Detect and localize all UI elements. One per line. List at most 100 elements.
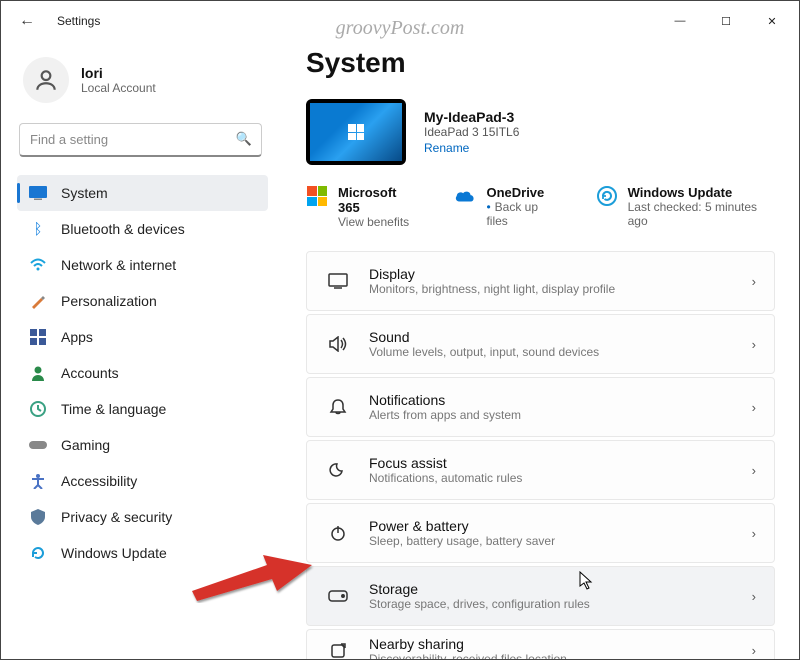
item-title: Storage <box>369 581 752 597</box>
item-title: Focus assist <box>369 455 752 471</box>
settings-item-display[interactable]: DisplayMonitors, brightness, night light… <box>306 251 775 311</box>
sidebar-item-label: Apps <box>61 329 93 345</box>
sidebar-item-accounts[interactable]: Accounts <box>17 355 268 391</box>
sidebar-item-label: Gaming <box>61 437 110 453</box>
sidebar-item-network[interactable]: Network & internet <box>17 247 268 283</box>
window-title: Settings <box>57 14 100 28</box>
search-icon: 🔍 <box>236 131 252 147</box>
item-title: Sound <box>369 329 752 345</box>
status-sub: •Back up files <box>486 200 559 228</box>
content-area: System My-IdeaPad-3 IdeaPad 3 15ITL6 Ren… <box>276 41 799 659</box>
maximize-button[interactable]: ☐ <box>703 5 749 37</box>
update-status-icon <box>596 185 618 207</box>
onedrive-icon <box>454 185 476 207</box>
sidebar-item-personalization[interactable]: Personalization <box>17 283 268 319</box>
sidebar-item-gaming[interactable]: Gaming <box>17 427 268 463</box>
device-name: My-IdeaPad-3 <box>424 109 519 125</box>
status-title: Microsoft 365 <box>338 185 418 215</box>
accessibility-icon <box>29 472 47 490</box>
settings-item-nearby[interactable]: Nearby sharingDiscoverability, received … <box>306 629 775 659</box>
item-sub: Sleep, battery usage, battery saver <box>369 534 752 548</box>
personalization-icon <box>29 292 47 310</box>
user-account-row[interactable]: lori Local Account <box>17 51 268 119</box>
item-title: Display <box>369 266 752 282</box>
item-title: Nearby sharing <box>369 636 752 652</box>
sidebar-item-apps[interactable]: Apps <box>17 319 268 355</box>
sidebar-item-label: Network & internet <box>61 257 176 273</box>
chevron-right-icon: › <box>752 274 756 289</box>
item-sub: Discoverability, received files location <box>369 652 752 660</box>
sidebar-item-accessibility[interactable]: Accessibility <box>17 463 268 499</box>
system-icon <box>29 184 47 202</box>
sound-icon <box>325 336 351 352</box>
item-sub: Monitors, brightness, night light, displ… <box>369 282 752 296</box>
close-button[interactable]: ✕ <box>749 5 795 37</box>
notifications-icon <box>325 398 351 416</box>
sidebar: lori Local Account 🔍 System ᛒ Bluetooth … <box>1 41 276 659</box>
page-title: System <box>306 47 775 79</box>
windows-logo-icon <box>348 124 364 140</box>
chevron-right-icon: › <box>752 526 756 541</box>
sidebar-item-update[interactable]: Windows Update <box>17 535 268 571</box>
device-info: My-IdeaPad-3 IdeaPad 3 15ITL6 Rename <box>306 99 775 165</box>
sidebar-item-label: Privacy & security <box>61 509 172 525</box>
item-sub: Alerts from apps and system <box>369 408 752 422</box>
person-icon <box>33 67 59 93</box>
item-sub: Volume levels, output, input, sound devi… <box>369 345 752 359</box>
focus-icon <box>325 461 351 479</box>
user-name: lori <box>81 65 156 81</box>
sidebar-item-label: Bluetooth & devices <box>61 221 185 237</box>
network-icon <box>29 256 47 274</box>
gaming-icon <box>29 436 47 454</box>
settings-item-power[interactable]: Power & batterySleep, battery usage, bat… <box>306 503 775 563</box>
chevron-right-icon: › <box>752 400 756 415</box>
status-title: Windows Update <box>628 185 775 200</box>
chevron-right-icon: › <box>752 643 756 658</box>
power-icon <box>325 524 351 542</box>
settings-item-notifications[interactable]: NotificationsAlerts from apps and system… <box>306 377 775 437</box>
settings-item-sound[interactable]: SoundVolume levels, output, input, sound… <box>306 314 775 374</box>
item-title: Notifications <box>369 392 752 408</box>
user-sub: Local Account <box>81 81 156 95</box>
chevron-right-icon: › <box>752 337 756 352</box>
chevron-right-icon: › <box>752 463 756 478</box>
rename-link[interactable]: Rename <box>424 141 519 155</box>
search-input[interactable] <box>19 123 262 157</box>
apps-icon <box>29 328 47 346</box>
status-onedrive[interactable]: OneDrive •Back up files <box>454 185 559 229</box>
chevron-right-icon: › <box>752 589 756 604</box>
sidebar-item-privacy[interactable]: Privacy & security <box>17 499 268 535</box>
time-icon <box>29 400 47 418</box>
back-button[interactable]: ← <box>19 12 35 30</box>
bluetooth-icon: ᛒ <box>29 220 47 238</box>
privacy-icon <box>29 508 47 526</box>
item-sub: Storage space, drives, configuration rul… <box>369 597 752 611</box>
device-model: IdeaPad 3 15ITL6 <box>424 125 519 139</box>
sidebar-item-time[interactable]: Time & language <box>17 391 268 427</box>
item-title: Power & battery <box>369 518 752 534</box>
minimize-button[interactable]: ― <box>657 5 703 37</box>
display-icon <box>325 273 351 289</box>
status-update[interactable]: Windows Update Last checked: 5 minutes a… <box>596 185 775 229</box>
microsoft365-icon <box>307 186 327 206</box>
storage-icon <box>325 590 351 602</box>
sidebar-item-label: Windows Update <box>61 545 167 561</box>
item-sub: Notifications, automatic rules <box>369 471 752 485</box>
status-ms365[interactable]: Microsoft 365 View benefits <box>306 185 418 229</box>
settings-item-storage[interactable]: StorageStorage space, drives, configurat… <box>306 566 775 626</box>
settings-item-focus[interactable]: Focus assistNotifications, automatic rul… <box>306 440 775 500</box>
accounts-icon <box>29 364 47 382</box>
status-sub: View benefits <box>338 215 418 229</box>
nearby-icon <box>325 642 351 660</box>
sidebar-item-system[interactable]: System <box>17 175 268 211</box>
sidebar-item-label: Accessibility <box>61 473 137 489</box>
titlebar: ← Settings ― ☐ ✕ <box>1 1 799 41</box>
sidebar-item-label: System <box>61 185 108 201</box>
device-thumbnail <box>306 99 406 165</box>
sidebar-item-label: Accounts <box>61 365 119 381</box>
status-sub: Last checked: 5 minutes ago <box>628 200 775 228</box>
sidebar-item-bluetooth[interactable]: ᛒ Bluetooth & devices <box>17 211 268 247</box>
update-icon <box>29 544 47 562</box>
sidebar-item-label: Personalization <box>61 293 157 309</box>
avatar <box>23 57 69 103</box>
